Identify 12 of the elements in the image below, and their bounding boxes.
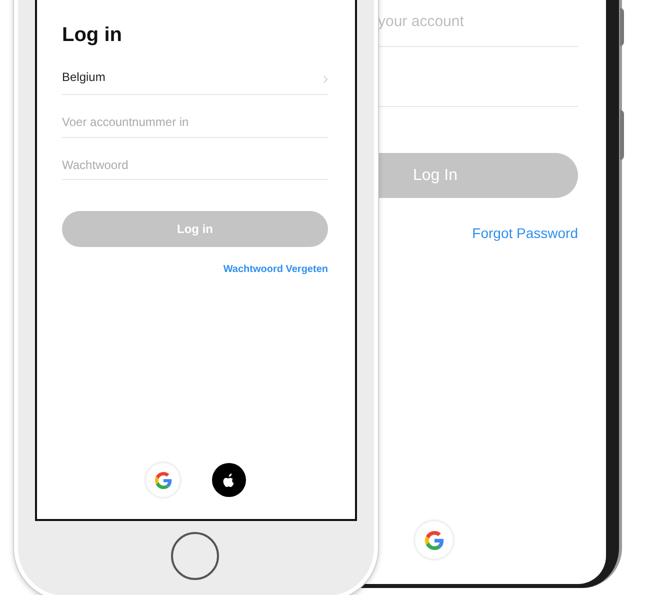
apple-icon <box>222 472 236 488</box>
forgot-password-link[interactable]: Wachtwoord Vergeten <box>223 262 328 277</box>
password-field[interactable]: Wachtwoord <box>62 138 328 180</box>
google-logo-icon <box>424 530 444 550</box>
page-title: Log in <box>62 23 123 48</box>
forgot-password-link[interactable]: Forgot Password <box>472 223 578 244</box>
country-value: Belgium <box>62 69 106 86</box>
account-field[interactable]: Voer accountnummer in <box>62 95 328 138</box>
account-field[interactable]: your account <box>378 0 578 47</box>
country-selector[interactable]: Belgium <box>62 48 328 95</box>
chevron-icon <box>323 75 328 84</box>
google-logo-icon <box>154 472 172 488</box>
